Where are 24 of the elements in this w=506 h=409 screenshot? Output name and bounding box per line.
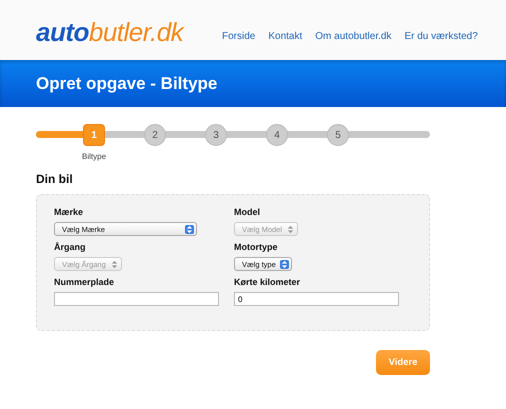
updown-arrow-icon [280,260,289,268]
step-marker[interactable]: 2 [144,124,166,146]
step-label: Biltype [82,152,106,161]
updown-arrow-icon [185,224,194,234]
field-label: Model [234,207,260,217]
field-label: Årgang [54,242,86,252]
input-field[interactable] [54,292,219,306]
nav-link[interactable]: Kontakt [268,30,302,42]
nav-link[interactable]: Forside [222,30,256,42]
field-label: Mærke [54,207,84,217]
field-label: Nummerplade [54,277,114,287]
page-title: Opret opgave - Biltype [36,74,218,94]
nav-link[interactable]: Er du værksted? [404,30,478,42]
step-marker[interactable]: 4 [266,124,288,146]
field-label: Motortype [234,242,278,252]
updown-arrow-icon [286,224,296,234]
input-field[interactable]: 0 [234,292,399,306]
section-title: Din bil [36,172,74,186]
step-marker[interactable]: 3 [205,124,227,146]
nav-link[interactable]: Om autobutler.dk [315,30,392,42]
field-label: Kørte kilometer [234,277,300,287]
updown-arrow-icon [110,260,119,268]
step-marker[interactable]: 5 [327,124,349,146]
logo[interactable]: autobutler.dk [36,16,222,48]
